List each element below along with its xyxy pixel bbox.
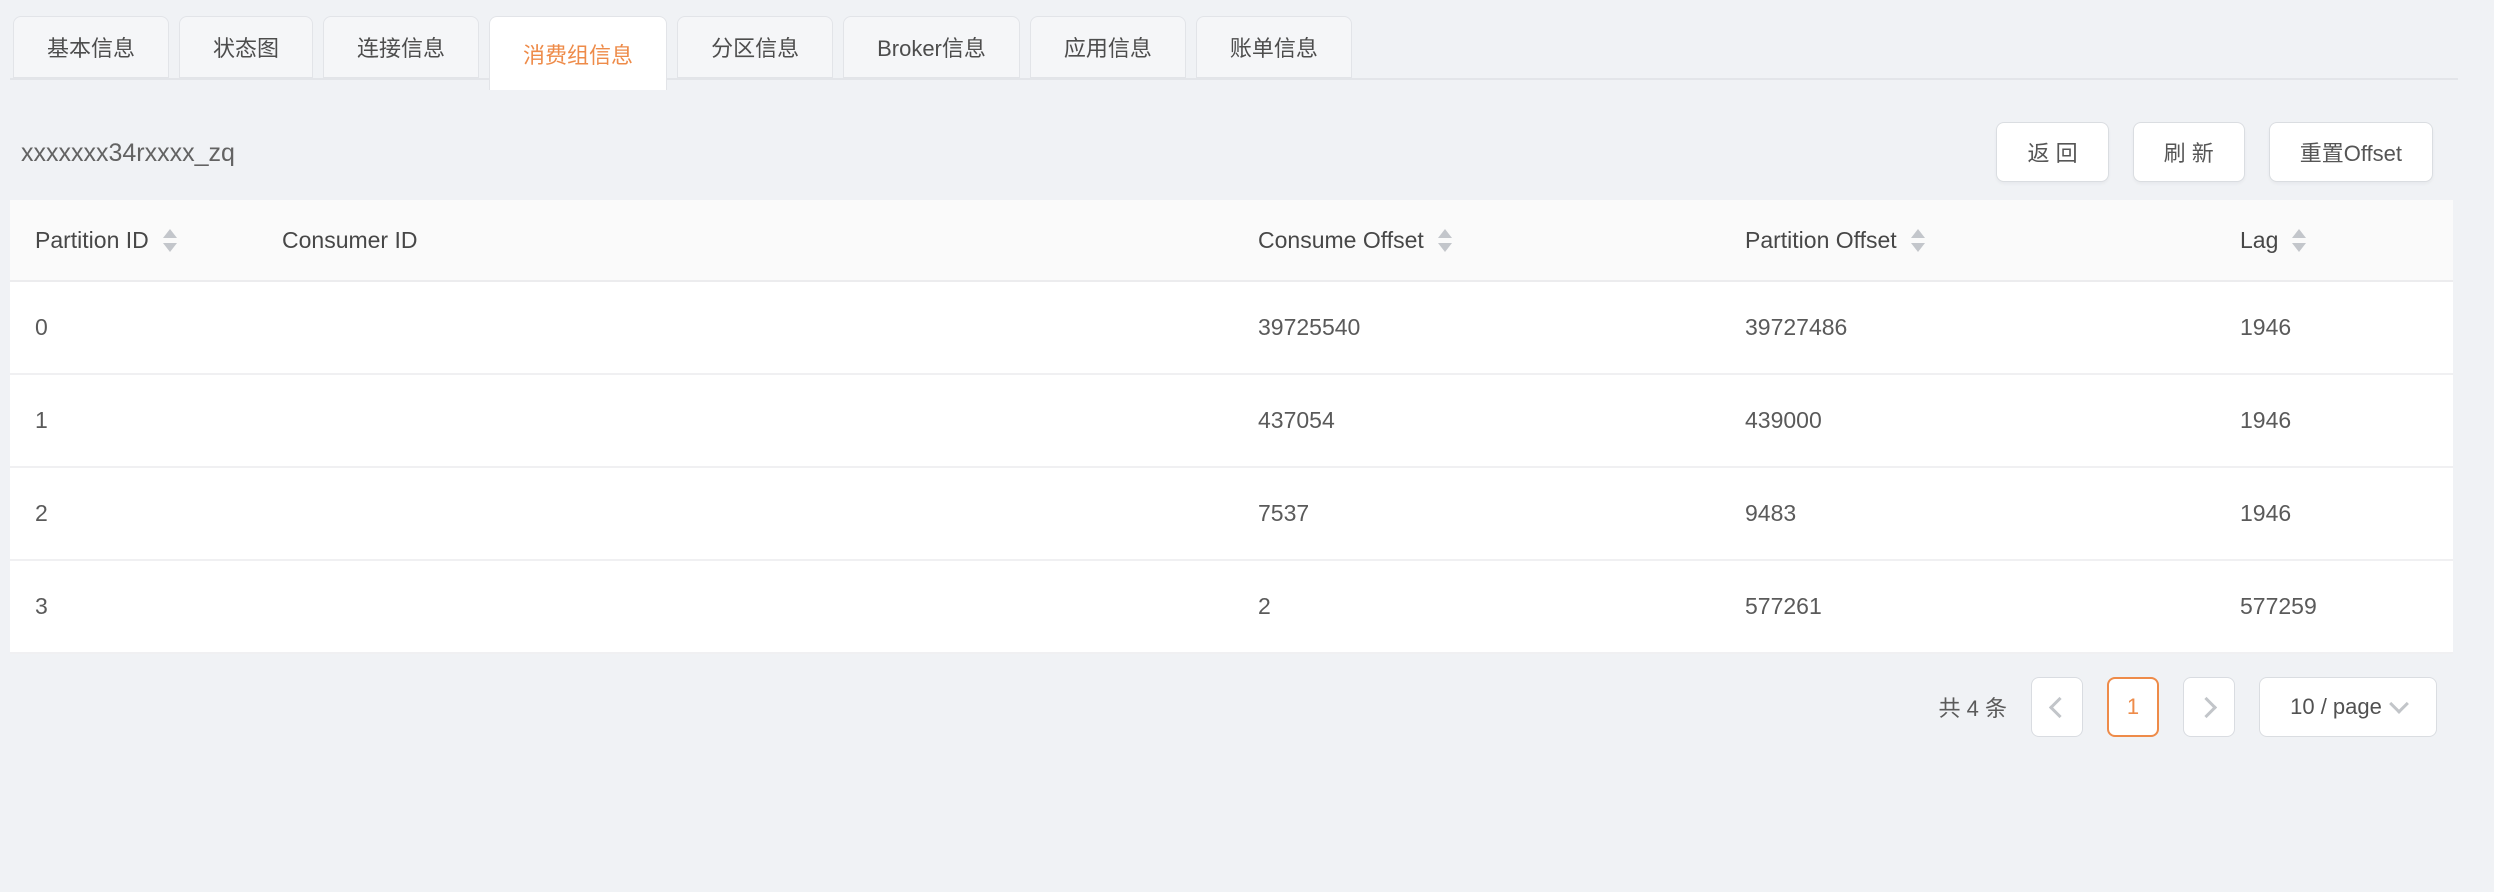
- cell-partition-offset: 439000: [1720, 375, 2215, 466]
- tab-bar: 基本信息 状态图 连接信息 消费组信息 分区信息 Broker信息 应用信息 账…: [13, 16, 1352, 90]
- sort-caret-down-icon: [2292, 243, 2306, 252]
- table-row: 1 437054 439000 1946: [10, 375, 2453, 468]
- sorter[interactable]: [163, 229, 177, 252]
- tab-basic-info[interactable]: 基本信息: [13, 16, 169, 78]
- sort-caret-up-icon: [163, 229, 177, 238]
- column-header-label: Consume Offset: [1258, 227, 1424, 254]
- table-header-row: Partition ID Consumer ID Consume Offset …: [10, 200, 2453, 282]
- pagination-page-1-button[interactable]: 1: [2107, 677, 2159, 737]
- cell-consume-offset: 39725540: [1233, 282, 1720, 373]
- cell-partition-id: 1: [10, 375, 257, 466]
- consumer-group-table: Partition ID Consumer ID Consume Offset …: [10, 200, 2453, 654]
- chevron-left-icon: [2049, 696, 2070, 717]
- cell-partition-offset: 9483: [1720, 468, 2215, 559]
- cell-partition-id: 3: [10, 561, 257, 652]
- tab-consumer-group-info[interactable]: 消费组信息: [489, 16, 667, 90]
- column-header-lag[interactable]: Lag: [2215, 200, 2453, 280]
- column-header-consumer-id: Consumer ID: [257, 200, 1233, 280]
- column-header-label: Consumer ID: [282, 227, 417, 254]
- sort-caret-down-icon: [1911, 243, 1925, 252]
- sorter[interactable]: [2292, 229, 2306, 252]
- cell-lag: 577259: [2215, 561, 2453, 652]
- column-header-label: Lag: [2240, 227, 2278, 254]
- cell-partition-id: 2: [10, 468, 257, 559]
- cell-consume-offset: 437054: [1233, 375, 1720, 466]
- cell-partition-offset: 577261: [1720, 561, 2215, 652]
- tab-broker-info[interactable]: Broker信息: [843, 16, 1020, 78]
- tab-connection-info[interactable]: 连接信息: [323, 16, 479, 78]
- cell-partition-offset: 39727486: [1720, 282, 2215, 373]
- sort-caret-up-icon: [2292, 229, 2306, 238]
- cell-lag: 1946: [2215, 375, 2453, 466]
- column-header-label: Partition Offset: [1745, 227, 1897, 254]
- page: 基本信息 状态图 连接信息 消费组信息 分区信息 Broker信息 应用信息 账…: [0, 0, 2494, 892]
- page-size-select[interactable]: 10 / page: [2259, 677, 2437, 737]
- table-row: 2 7537 9483 1946: [10, 468, 2453, 561]
- page-size-value: 10 / page: [2290, 694, 2382, 720]
- sort-caret-up-icon: [1911, 229, 1925, 238]
- sorter[interactable]: [1911, 229, 1925, 252]
- pagination-total: 共 4 条: [1939, 691, 2007, 723]
- tab-billing-info[interactable]: 账单信息: [1196, 16, 1352, 78]
- sort-caret-down-icon: [1438, 243, 1452, 252]
- chevron-down-icon: [2389, 694, 2409, 714]
- table-row: 0 39725540 39727486 1946: [10, 282, 2453, 375]
- cell-consume-offset: 2: [1233, 561, 1720, 652]
- reset-offset-button[interactable]: 重置Offset: [2269, 122, 2433, 182]
- column-header-label: Partition ID: [35, 227, 149, 254]
- cell-consumer-id: [257, 468, 1233, 559]
- cell-consumer-id: [257, 561, 1233, 652]
- tab-status-chart[interactable]: 状态图: [179, 16, 313, 78]
- sorter[interactable]: [1438, 229, 1452, 252]
- cell-consume-offset: 7537: [1233, 468, 1720, 559]
- refresh-button[interactable]: 刷 新: [2133, 122, 2245, 182]
- tab-app-info[interactable]: 应用信息: [1030, 16, 1186, 78]
- cell-partition-id: 0: [10, 282, 257, 373]
- topic-name: xxxxxxx34rxxxx_zq: [21, 139, 235, 168]
- pagination-next-button[interactable]: [2183, 677, 2235, 737]
- cell-consumer-id: [257, 375, 1233, 466]
- cell-lag: 1946: [2215, 468, 2453, 559]
- tab-partition-info[interactable]: 分区信息: [677, 16, 833, 78]
- chevron-right-icon: [2196, 696, 2217, 717]
- table-row: 3 2 577261 577259: [10, 561, 2453, 654]
- pagination-prev-button[interactable]: [2031, 677, 2083, 737]
- column-header-partition-id[interactable]: Partition ID: [10, 200, 257, 280]
- toolbar-actions: 返 回 刷 新 重置Offset: [1996, 122, 2433, 182]
- cell-consumer-id: [257, 282, 1233, 373]
- sort-caret-up-icon: [1438, 229, 1452, 238]
- column-header-consume-offset[interactable]: Consume Offset: [1233, 200, 1720, 280]
- column-header-partition-offset[interactable]: Partition Offset: [1720, 200, 2215, 280]
- sort-caret-down-icon: [163, 243, 177, 252]
- back-button[interactable]: 返 回: [1996, 122, 2108, 182]
- cell-lag: 1946: [2215, 282, 2453, 373]
- pagination: 共 4 条 1 10 / page: [1939, 676, 2437, 738]
